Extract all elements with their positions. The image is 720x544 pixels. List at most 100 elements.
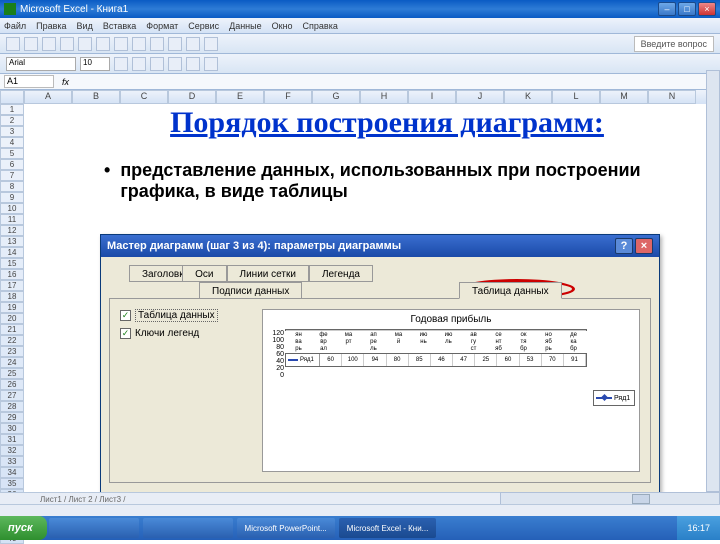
tab-legend[interactable]: Легенда (309, 265, 373, 282)
row-header[interactable]: 30 (0, 423, 24, 434)
row-header[interactable]: 32 (0, 445, 24, 456)
row-header[interactable]: 23 (0, 346, 24, 357)
row-header[interactable]: 2 (0, 115, 24, 126)
row-header[interactable]: 31 (0, 434, 24, 445)
menu-insert[interactable]: Вставка (103, 21, 136, 31)
col-header[interactable]: M (600, 90, 648, 104)
menu-tools[interactable]: Сервис (188, 21, 219, 31)
row-header[interactable]: 26 (0, 379, 24, 390)
row-header[interactable]: 29 (0, 412, 24, 423)
col-header[interactable]: C (120, 90, 168, 104)
col-header[interactable]: I (408, 90, 456, 104)
row-header[interactable]: 15 (0, 258, 24, 269)
save-icon[interactable] (42, 37, 56, 51)
checkbox-datatable[interactable]: ✓ Таблица данных (120, 309, 250, 322)
close-button[interactable]: × (698, 2, 716, 16)
row-header[interactable]: 34 (0, 467, 24, 478)
row-header[interactable]: 33 (0, 456, 24, 467)
row-header[interactable]: 7 (0, 170, 24, 181)
row-header[interactable]: 5 (0, 148, 24, 159)
tab-datatable[interactable]: Таблица данных (459, 282, 562, 299)
col-header[interactable]: E (216, 90, 264, 104)
select-all-corner[interactable] (0, 90, 24, 104)
row-header[interactable]: 17 (0, 280, 24, 291)
taskbar-item[interactable] (49, 518, 139, 538)
row-header[interactable]: 35 (0, 478, 24, 489)
row-header[interactable]: 1 (0, 104, 24, 115)
row-header[interactable]: 19 (0, 302, 24, 313)
row-header[interactable]: 6 (0, 159, 24, 170)
paste-icon[interactable] (114, 37, 128, 51)
row-header[interactable]: 22 (0, 335, 24, 346)
col-header[interactable]: L (552, 90, 600, 104)
open-icon[interactable] (24, 37, 38, 51)
menu-format[interactable]: Формат (146, 21, 178, 31)
undo-icon[interactable] (132, 37, 146, 51)
col-header[interactable]: F (264, 90, 312, 104)
print-icon[interactable] (60, 37, 74, 51)
sort-icon[interactable] (168, 37, 182, 51)
align-center-icon[interactable] (186, 57, 200, 71)
chart-icon[interactable] (186, 37, 200, 51)
row-header[interactable]: 8 (0, 181, 24, 192)
underline-icon[interactable] (150, 57, 164, 71)
start-button[interactable]: пуск (0, 516, 47, 540)
row-header[interactable]: 12 (0, 225, 24, 236)
row-header[interactable]: 28 (0, 401, 24, 412)
row-header[interactable]: 4 (0, 137, 24, 148)
bold-icon[interactable] (114, 57, 128, 71)
name-box[interactable]: A1 (4, 75, 54, 88)
wizard-close-button[interactable]: × (635, 238, 653, 254)
menu-edit[interactable]: Правка (36, 21, 66, 31)
row-header[interactable]: 14 (0, 247, 24, 258)
zoom-icon[interactable] (204, 37, 218, 51)
align-right-icon[interactable] (204, 57, 218, 71)
help-search-box[interactable]: Введите вопрос (634, 36, 714, 52)
font-name-select[interactable]: Arial (6, 57, 76, 71)
system-tray[interactable]: 16:17 (677, 516, 720, 540)
italic-icon[interactable] (132, 57, 146, 71)
row-header[interactable]: 24 (0, 357, 24, 368)
row-header[interactable]: 13 (0, 236, 24, 247)
help-button[interactable]: ? (615, 238, 633, 254)
tab-gridlines[interactable]: Линии сетки (227, 265, 309, 282)
checkbox-legendkeys[interactable]: ✓ Ключи легенд (120, 328, 250, 339)
menu-window[interactable]: Окно (272, 21, 293, 31)
taskbar-item[interactable] (143, 518, 233, 538)
menu-help[interactable]: Справка (303, 21, 338, 31)
minimize-button[interactable]: – (658, 2, 676, 16)
row-header[interactable]: 20 (0, 313, 24, 324)
row-header[interactable]: 11 (0, 214, 24, 225)
col-header[interactable]: D (168, 90, 216, 104)
row-header[interactable]: 3 (0, 126, 24, 137)
col-header[interactable]: B (72, 90, 120, 104)
col-header[interactable]: K (504, 90, 552, 104)
align-left-icon[interactable] (168, 57, 182, 71)
col-header[interactable]: H (360, 90, 408, 104)
col-header[interactable]: N (648, 90, 696, 104)
col-header[interactable]: G (312, 90, 360, 104)
row-header[interactable]: 18 (0, 291, 24, 302)
taskbar-item-excel[interactable]: Microsoft Excel - Кни... (339, 518, 437, 538)
row-header[interactable]: 25 (0, 368, 24, 379)
row-header[interactable]: 16 (0, 269, 24, 280)
row-header[interactable]: 27 (0, 390, 24, 401)
new-icon[interactable] (6, 37, 20, 51)
cut-icon[interactable] (78, 37, 92, 51)
tab-axes[interactable]: Оси (182, 265, 226, 282)
maximize-button[interactable]: □ (678, 2, 696, 16)
redo-icon[interactable] (150, 37, 164, 51)
row-header[interactable]: 21 (0, 324, 24, 335)
col-header[interactable]: J (456, 90, 504, 104)
copy-icon[interactable] (96, 37, 110, 51)
menu-data[interactable]: Данные (229, 21, 262, 31)
menu-view[interactable]: Вид (77, 21, 93, 31)
tab-datalabels[interactable]: Подписи данных (199, 282, 302, 299)
scrollbar-thumb[interactable] (632, 494, 650, 504)
vertical-scrollbar[interactable] (706, 70, 720, 492)
col-header[interactable]: A (24, 90, 72, 104)
menu-file[interactable]: Файл (4, 21, 26, 31)
row-header[interactable]: 10 (0, 203, 24, 214)
taskbar-item-powerpoint[interactable]: Microsoft PowerPoint... (237, 518, 335, 538)
row-header[interactable]: 9 (0, 192, 24, 203)
